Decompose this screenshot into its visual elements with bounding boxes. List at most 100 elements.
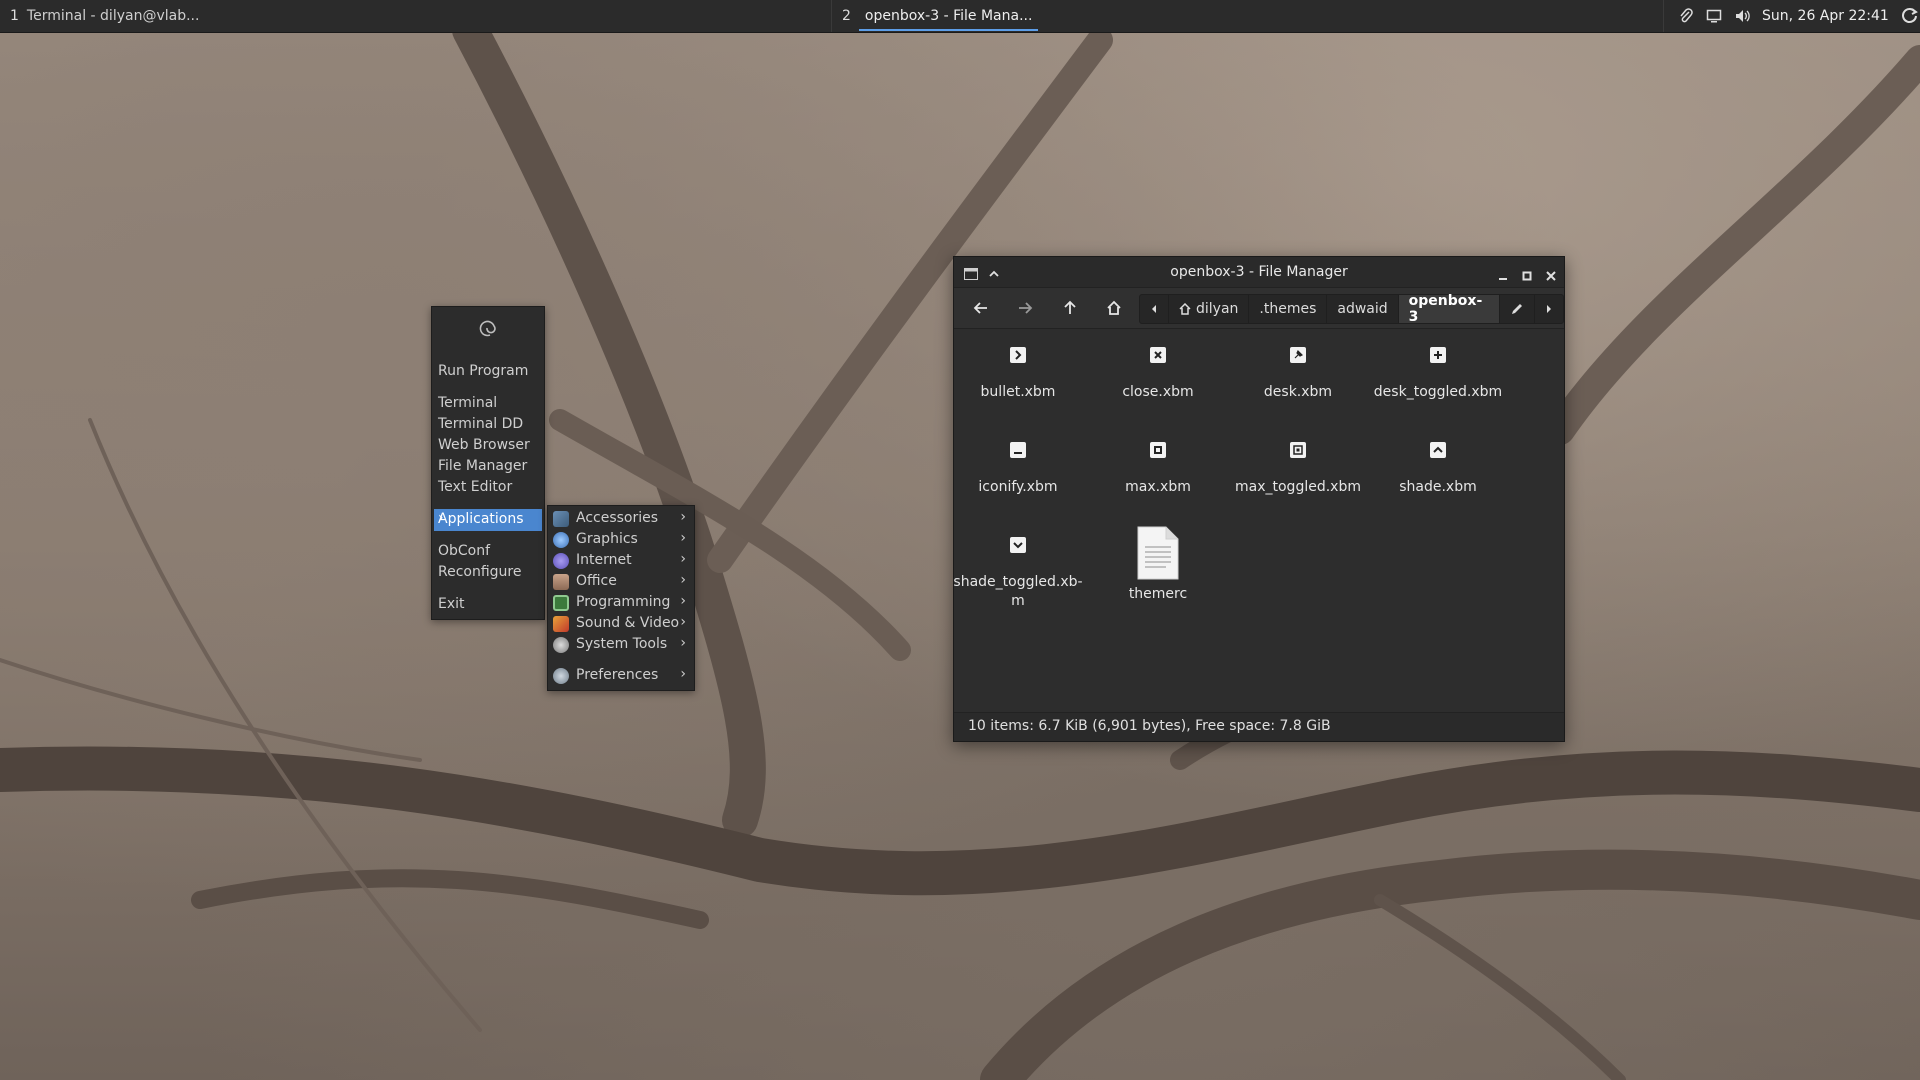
submenu-item-label: Internet [576, 552, 632, 568]
clock[interactable]: Sun, 26 Apr 22:41 [1762, 8, 1889, 24]
window-titlebar[interactable]: openbox-3 - File Manager [954, 257, 1564, 288]
applications-submenu: Accessories › Graphics › Internet › Offi… [547, 505, 695, 691]
file-item[interactable]: max_toggled.xbm [1228, 430, 1368, 497]
submenu-item-office[interactable]: Office › [548, 572, 694, 593]
workspace-number: 1 [10, 8, 19, 24]
file-item[interactable]: themerc [1088, 525, 1228, 604]
pin-icon [1290, 347, 1306, 363]
home-icon [1179, 303, 1191, 315]
submenu-item-label: Graphics [576, 531, 638, 547]
text-document-icon [1136, 525, 1180, 581]
menu-item-obconf[interactable]: ObConf [438, 543, 490, 559]
breadcrumb-adwaid[interactable]: adwaid [1327, 295, 1399, 323]
chevron-right-icon: › [680, 593, 686, 609]
top-panel: 1 Terminal - dilyan@vlab... 2 openbox-3 … [0, 0, 1920, 33]
maximize-button[interactable] [1522, 266, 1532, 285]
menu-item-run-program[interactable]: Run Program [438, 363, 528, 379]
file-item[interactable]: iconify.xbm [948, 430, 1088, 497]
forward-button[interactable] [1010, 294, 1040, 322]
file-item[interactable]: bullet.xbm [948, 335, 1088, 402]
power-icon[interactable] [1901, 7, 1919, 25]
home-button[interactable] [1099, 294, 1129, 322]
internet-icon [553, 553, 569, 569]
graphics-icon [553, 532, 569, 548]
back-button[interactable] [966, 294, 996, 322]
menu-item-terminal[interactable]: Terminal [438, 395, 497, 411]
system-tray: Sun, 26 Apr 22:41 [1664, 7, 1919, 25]
chevron-right-icon: › [438, 510, 444, 526]
workspace-number: 2 [842, 8, 851, 24]
menu-item-applications[interactable]: Applications › [434, 509, 542, 531]
minimize-button[interactable] [1498, 266, 1508, 285]
file-item[interactable]: shade_toggled.xb- m [948, 525, 1088, 611]
preferences-icon [553, 668, 569, 684]
maximize-icon [1150, 442, 1166, 458]
chevron-right-icon: › [680, 572, 686, 588]
submenu-item-label: Accessories [576, 510, 659, 526]
submenu-item-sound-video[interactable]: Sound & Video › [548, 614, 694, 635]
submenu-item-internet[interactable]: Internet › [548, 551, 694, 572]
chevron-up-icon [1430, 442, 1446, 458]
breadcrumb-openbox-3[interactable]: openbox-3 [1398, 293, 1500, 325]
submenu-item-programming[interactable]: Programming › [548, 593, 694, 614]
chevron-right-icon: › [680, 551, 686, 567]
chevron-right-icon: › [680, 635, 686, 651]
menu-item-exit[interactable]: Exit [438, 596, 465, 612]
file-item[interactable]: shade.xbm [1368, 430, 1508, 497]
chevron-down-icon [1010, 537, 1026, 553]
submenu-item-label: Preferences [576, 667, 659, 683]
sound-video-icon [553, 616, 569, 632]
file-item[interactable]: desk.xbm [1228, 335, 1368, 402]
status-text: 10 items: 6.7 KiB (6,901 bytes), Free sp… [968, 718, 1331, 734]
chevron-left-icon [1152, 305, 1156, 313]
system-tools-icon [553, 637, 569, 653]
paperclip-icon[interactable] [1678, 8, 1694, 24]
up-button[interactable] [1055, 294, 1085, 322]
breadcrumb-scroll-left[interactable] [1140, 295, 1169, 323]
file-item[interactable]: desk_toggled.xbm [1368, 335, 1508, 402]
menu-item-terminal-dd[interactable]: Terminal DD [438, 416, 523, 432]
submenu-item-label: Sound & Video [576, 615, 680, 631]
display-icon[interactable] [1706, 8, 1722, 24]
task-label: Terminal - dilyan@vlab... [26, 8, 200, 24]
toolbar: dilyan .themes adwaid openbox-3 [954, 288, 1564, 329]
status-bar: 10 items: 6.7 KiB (6,901 bytes), Free sp… [954, 712, 1564, 741]
file-manager-window: openbox-3 - File Manager dilyan .themes … [953, 256, 1565, 742]
taskbar-item-terminal[interactable]: 1 Terminal - dilyan@vlab... [0, 0, 832, 32]
chevron-right-icon: › [680, 614, 686, 630]
menu-item-file-manager[interactable]: File Manager [438, 458, 527, 474]
breadcrumb: dilyan .themes adwaid openbox-3 [1139, 293, 1564, 325]
chevron-right-icon: › [680, 666, 686, 682]
edit-location-button[interactable] [1500, 295, 1535, 323]
task-label: openbox-3 - File Mana... [858, 2, 1039, 31]
submenu-item-preferences[interactable]: Preferences › [548, 666, 694, 687]
volume-icon[interactable] [1734, 8, 1750, 24]
file-item[interactable]: max.xbm [1088, 430, 1228, 497]
programming-icon [553, 595, 569, 611]
submenu-item-label: Programming [576, 594, 671, 610]
pencil-icon [1512, 304, 1522, 314]
taskbar-item-file-manager[interactable]: 2 openbox-3 - File Mana... [832, 0, 1664, 32]
submenu-item-accessories[interactable]: Accessories › [548, 509, 694, 530]
chevron-right-icon: › [680, 530, 686, 546]
breadcrumb-dilyan[interactable]: dilyan [1169, 295, 1250, 323]
menu-item-web-browser[interactable]: Web Browser [438, 437, 530, 453]
breadcrumb-themes[interactable]: .themes [1249, 295, 1328, 323]
plus-icon [1430, 347, 1446, 363]
submenu-item-label: System Tools [576, 636, 668, 652]
close-button[interactable] [1546, 266, 1556, 285]
submenu-item-label: Office [576, 573, 617, 589]
close-icon [1150, 347, 1166, 363]
submenu-item-system-tools[interactable]: System Tools › [548, 635, 694, 656]
restore-icon [1290, 442, 1306, 458]
menu-item-reconfigure[interactable]: Reconfigure [438, 564, 522, 580]
accessories-icon [553, 511, 569, 527]
menu-item-text-editor[interactable]: Text Editor [438, 479, 512, 495]
office-icon [553, 574, 569, 590]
breadcrumb-scroll-right[interactable] [1535, 295, 1563, 323]
window-title: openbox-3 - File Manager [1170, 264, 1348, 280]
file-item[interactable]: close.xbm [1088, 335, 1228, 402]
submenu-item-graphics[interactable]: Graphics › [548, 530, 694, 551]
bullet-icon [1010, 347, 1026, 363]
file-grid: bullet.xbm close.xbm desk.xbm desk_toggl… [953, 329, 1564, 709]
